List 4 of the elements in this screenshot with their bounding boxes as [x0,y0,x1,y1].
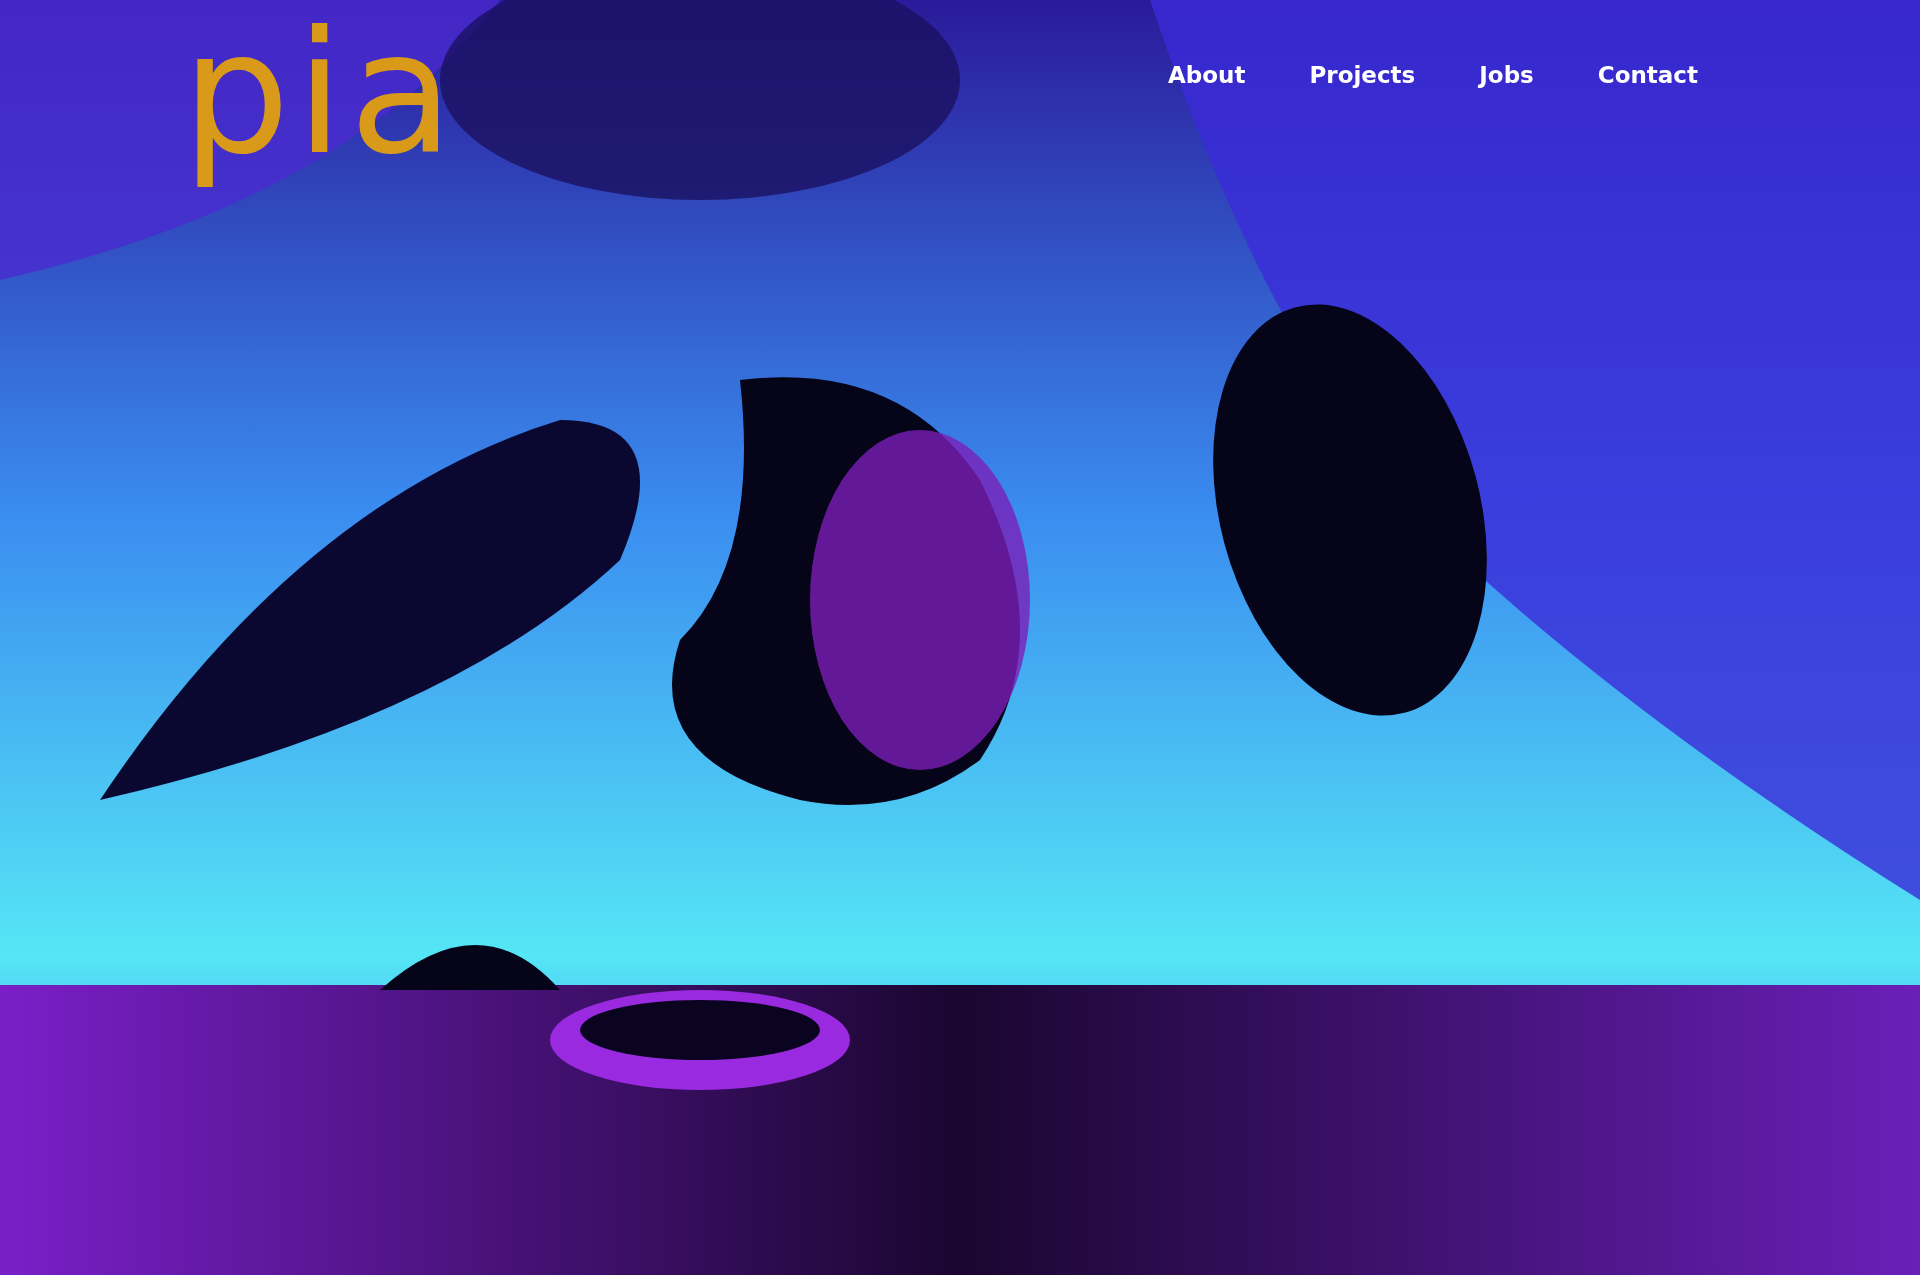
nav-link[interactable]: Projects [1309,62,1416,88]
nav-link[interactable]: Contact [1597,62,1698,88]
nav-link[interactable]: Jobs [1479,62,1534,88]
nav-link[interactable]: About [1168,62,1246,88]
